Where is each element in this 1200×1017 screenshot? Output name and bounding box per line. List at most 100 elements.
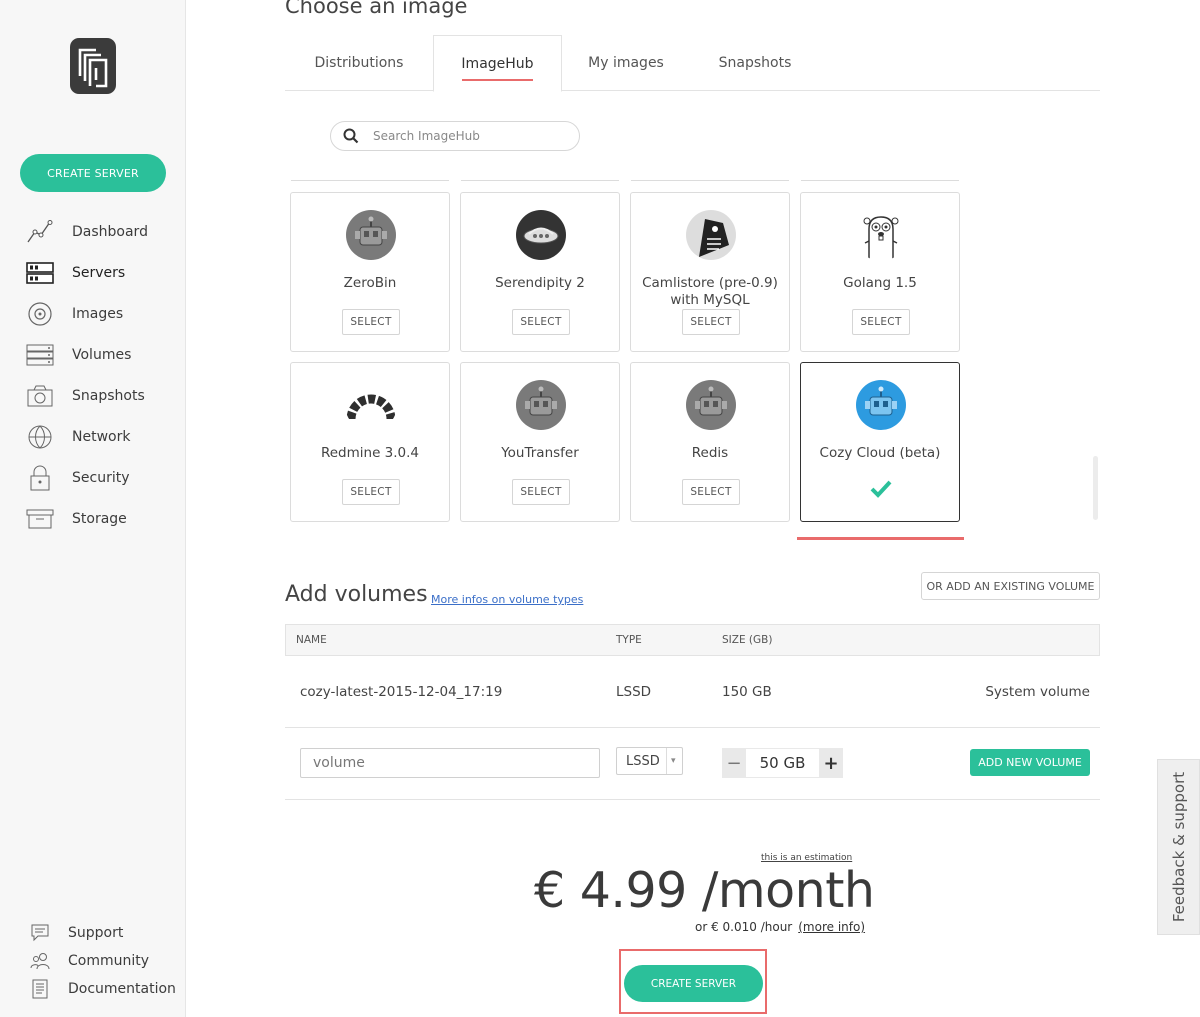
image-card-name: YouTransfer <box>501 445 579 461</box>
sidebar-item-snapshots[interactable]: Snapshots <box>26 382 145 410</box>
sidebar-item-storage[interactable]: Storage <box>26 505 127 533</box>
volume-name: cozy-latest-2015-12-04_17:19 <box>300 684 503 700</box>
volume-size-value[interactable]: 50 GB <box>746 748 819 778</box>
volume-types-info-link[interactable]: More infos on volume types <box>431 593 583 606</box>
select-button[interactable]: SELECT <box>682 479 740 505</box>
select-button[interactable]: SELECT <box>682 309 740 335</box>
main-content: Choose an image Distributions ImageHub M… <box>186 0 1200 1017</box>
section-title-choose-image: Choose an image <box>285 0 468 18</box>
robot-icon <box>686 380 736 430</box>
tab-imagehub[interactable]: ImageHub <box>433 35 562 92</box>
image-card-name: Redis <box>691 445 729 461</box>
sidebar-item-network[interactable]: Network <box>26 423 130 451</box>
tab-label: ImageHub <box>461 55 534 72</box>
sidebar-footer-support[interactable]: Support <box>30 922 123 944</box>
image-card-youtransfer[interactable]: YouTransfer SELECT <box>460 362 620 522</box>
select-button[interactable]: SELECT <box>852 309 910 335</box>
image-card-zerobin[interactable]: ZeroBin SELECT <box>290 192 450 352</box>
sidebar-footer-community[interactable]: Community <box>30 950 149 972</box>
image-card-camlistore[interactable]: Camlistore (pre-0.9) with MySQL SELECT <box>630 192 790 352</box>
search-input[interactable] <box>373 129 563 143</box>
feedback-support-tab[interactable]: Feedback & support <box>1157 759 1200 935</box>
create-server-submit-button[interactable]: CREATE SERVER <box>624 965 763 1002</box>
sidebar-item-label: Images <box>72 306 124 322</box>
card-edge <box>801 180 959 181</box>
gopher-icon <box>863 216 899 259</box>
image-card-name: ZeroBin <box>343 275 397 291</box>
image-card-cozy-cloud[interactable]: Cozy Cloud (beta) <box>800 362 960 522</box>
volumes-icon <box>26 342 54 368</box>
sidebar-item-label: Dashboard <box>72 224 148 240</box>
image-card-name: Cozy Cloud (beta) <box>819 445 941 461</box>
monthly-price: € 4.99 /month <box>534 862 875 919</box>
sidebar-item-servers[interactable]: Servers <box>26 259 125 287</box>
hourly-price-text: or € 0.010 /hour <box>695 920 793 934</box>
cozy-robot-icon <box>856 380 906 430</box>
redmine-icon <box>346 394 396 420</box>
create-server-button[interactable]: CREATE SERVER <box>20 154 166 192</box>
increment-button[interactable]: + <box>819 748 843 778</box>
camera-icon <box>26 383 54 409</box>
sidebar-footer-documentation[interactable]: Documentation <box>30 978 176 1000</box>
tab-snapshots[interactable]: Snapshots <box>690 35 820 91</box>
image-card-serendipity[interactable]: Serendipity 2 SELECT <box>460 192 620 352</box>
image-tabs: Distributions ImageHub My images Snapsho… <box>285 35 1100 92</box>
volume-size-stepper: − 50 GB + <box>722 748 843 778</box>
card-edge <box>631 180 789 181</box>
image-card-golang[interactable]: Golang 1.5 SELECT <box>800 192 960 352</box>
search-icon <box>343 128 359 144</box>
image-card-name: Golang 1.5 <box>843 275 917 291</box>
image-card-name: Camlistore (pre-0.9) with MySQL <box>642 275 778 308</box>
more-info-link[interactable]: (more info) <box>798 920 865 934</box>
tab-distributions[interactable]: Distributions <box>285 35 433 91</box>
add-existing-volume-button[interactable]: OR ADD AN EXISTING VOLUME <box>921 572 1100 600</box>
sidebar-item-label: Security <box>72 470 130 486</box>
volumes-table-header: NAME TYPE SIZE (GB) <box>285 624 1100 656</box>
imagehub-search[interactable] <box>330 121 580 151</box>
sidebar-item-label: Servers <box>72 265 126 281</box>
servers-icon <box>26 260 54 286</box>
select-button[interactable]: SELECT <box>512 309 570 335</box>
image-card-name: Serendipity 2 <box>495 275 585 291</box>
chat-icon <box>30 923 50 943</box>
sidebar-item-volumes[interactable]: Volumes <box>26 341 131 369</box>
volume-note: System volume <box>985 684 1090 700</box>
section-title-add-volumes: Add volumes <box>285 582 428 607</box>
document-icon <box>30 979 50 999</box>
box-icon <box>26 506 54 532</box>
volume-type-select[interactable]: LSSD ▾ <box>616 747 683 775</box>
feedback-label: Feedback & support <box>1169 771 1188 923</box>
select-button[interactable]: SELECT <box>342 479 400 505</box>
sidebar-item-label: Volumes <box>72 347 132 363</box>
camlistore-icon <box>686 210 736 260</box>
globe-icon <box>26 424 54 450</box>
sidebar-item-label: Network <box>72 429 131 445</box>
sidebar-footer-label: Documentation <box>68 981 176 997</box>
active-tab-underline <box>462 79 533 81</box>
add-new-volume-button[interactable]: ADD NEW VOLUME <box>970 749 1090 776</box>
dashboard-chart-icon <box>26 219 54 245</box>
sidebar-item-security[interactable]: Security <box>26 464 130 492</box>
column-header-type: TYPE <box>616 634 642 646</box>
sidebar-item-label: Storage <box>72 511 127 527</box>
sidebar-item-dashboard[interactable]: Dashboard <box>26 218 148 246</box>
image-card-name: Redmine 3.0.4 <box>320 445 420 461</box>
volume-name-input[interactable] <box>300 748 600 778</box>
select-button[interactable]: SELECT <box>342 309 400 335</box>
volume-size: 150 GB <box>722 684 772 700</box>
sidebar: CREATE SERVER Dashboard Servers Images V… <box>0 0 186 1017</box>
image-grid-scrollbar[interactable] <box>1093 456 1098 520</box>
sidebar-item-images[interactable]: Images <box>26 300 123 328</box>
robot-icon <box>346 210 396 260</box>
sidebar-footer-label: Support <box>68 925 124 941</box>
select-button[interactable]: SELECT <box>512 479 570 505</box>
selected-image-underline <box>797 537 964 540</box>
tab-my-images[interactable]: My images <box>562 35 690 91</box>
card-edge <box>291 180 449 181</box>
scaleway-logo-icon[interactable] <box>70 38 116 94</box>
robot-icon <box>516 380 566 430</box>
hourly-price: or € 0.010 /hour (more info) <box>695 920 865 934</box>
decrement-button[interactable]: − <box>722 748 746 778</box>
image-card-redmine[interactable]: Redmine 3.0.4 SELECT <box>290 362 450 522</box>
image-card-redis[interactable]: Redis SELECT <box>630 362 790 522</box>
